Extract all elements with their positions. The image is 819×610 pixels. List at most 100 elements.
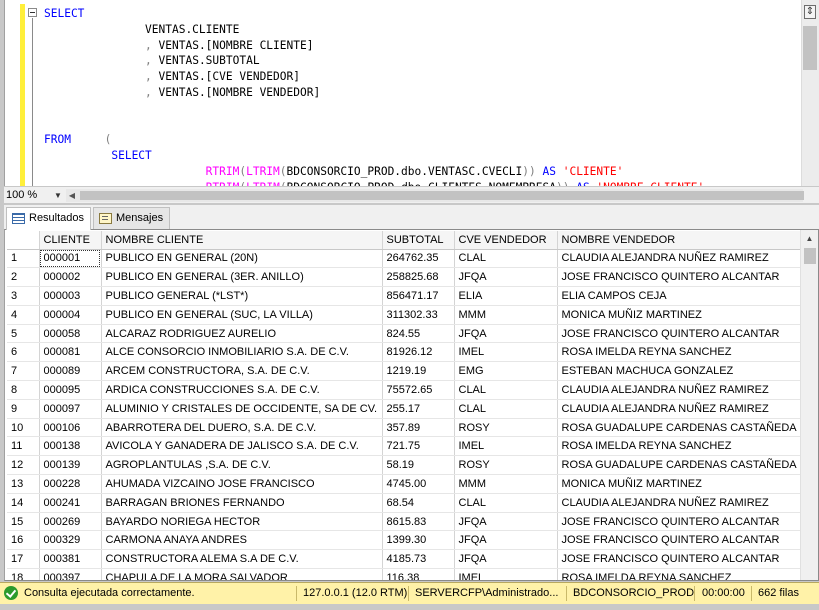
table-cell[interactable]: 311302.33 xyxy=(382,305,455,325)
table-cell[interactable]: 000397 xyxy=(39,568,102,580)
table-cell[interactable]: JOSE FRANCISCO QUINTERO ALCANTAR xyxy=(557,512,802,532)
table-cell[interactable]: PUBLICO EN GENERAL (SUC, LA VILLA) xyxy=(101,305,383,325)
table-cell[interactable]: CLAUDIA ALEJANDRA NUÑEZ RAMIREZ xyxy=(557,493,802,513)
scroll-left-icon[interactable]: ◀ xyxy=(66,189,78,202)
table-cell[interactable]: MONICA MUÑIZ MARTINEZ xyxy=(557,305,802,325)
results-grid[interactable]: CLIENTE NOMBRE CLIENTE SUBTOTAL CVE VENDEDO… xyxy=(4,229,819,581)
table-cell[interactable]: ABARROTERA DEL DUERO, S.A. DE C.V. xyxy=(101,418,383,438)
column-header[interactable]: SUBTOTAL xyxy=(382,231,455,250)
table-cell[interactable]: CARMONA ANAYA ANDRES xyxy=(101,530,383,551)
scroll-up-icon[interactable]: ▲ xyxy=(801,232,818,246)
table-cell[interactable]: ROSA IMELDA REYNA SANCHEZ xyxy=(557,342,802,363)
editor-horizontal-scrollbar[interactable]: ◀ xyxy=(66,189,804,202)
column-header[interactable]: NOMBRE CLIENTE xyxy=(101,231,383,250)
table-cell[interactable]: IMEL xyxy=(454,342,558,363)
table-cell[interactable]: AHUMADA VIZCAINO JOSE FRANCISCO xyxy=(101,474,383,494)
table-cell[interactable]: 81926.12 xyxy=(382,342,455,363)
table-cell[interactable]: CONSTRUCTORA ALEMA S.A DE C.V. xyxy=(101,549,383,570)
table-cell[interactable]: IMEL xyxy=(454,568,558,580)
table-cell[interactable]: JOSE FRANCISCO QUINTERO ALCANTAR xyxy=(557,530,802,551)
table-cell[interactable]: CLAUDIA ALEJANDRA NUÑEZ RAMIREZ xyxy=(557,380,802,400)
table-cell[interactable]: EMG xyxy=(454,361,558,382)
tab-resultados[interactable]: Resultados xyxy=(6,207,92,230)
table-cell[interactable]: BAYARDO NORIEGA HECTOR xyxy=(101,512,383,532)
table-cell[interactable]: ROSY xyxy=(454,455,558,476)
table-cell[interactable]: JFQA xyxy=(454,549,558,570)
table-cell[interactable]: 357.89 xyxy=(382,418,455,438)
table-cell[interactable]: JOSE FRANCISCO QUINTERO ALCANTAR xyxy=(557,549,802,570)
table-cell[interactable]: 721.75 xyxy=(382,436,455,457)
table-cell[interactable]: 000381 xyxy=(39,549,102,570)
table-cell[interactable]: CHAPULA DE LA MORA SALVADOR xyxy=(101,568,383,580)
table-cell[interactable]: 68.54 xyxy=(382,493,455,513)
table-cell[interactable]: ROSA IMELDA REYNA SANCHEZ xyxy=(557,436,802,457)
table-cell[interactable]: 856471.17 xyxy=(382,286,455,306)
table-cell[interactable]: ALCE CONSORCIO INMOBILIARIO S.A. DE C.V. xyxy=(101,342,383,363)
chevron-down-icon[interactable]: ▼ xyxy=(54,188,62,203)
table-cell[interactable]: JFQA xyxy=(454,512,558,532)
table-cell[interactable]: ROSA GUADALUPE CARDENAS CASTAÑEDA xyxy=(557,418,802,438)
table-cell[interactable]: 4745.00 xyxy=(382,474,455,494)
table-cell[interactable]: 58.19 xyxy=(382,455,455,476)
table-cell[interactable]: CLAL xyxy=(454,399,558,419)
table-row[interactable]: 10 000106 ABARROTERA DEL DUERO, S.A. DE C.… xyxy=(7,418,802,438)
table-cell[interactable]: JOSE FRANCISCO QUINTERO ALCANTAR xyxy=(557,324,802,344)
table-cell[interactable]: ARCEM CONSTRUCTORA, S.A. DE C.V. xyxy=(101,361,383,382)
table-cell[interactable]: 000095 xyxy=(39,380,102,400)
table-cell[interactable]: JFQA xyxy=(454,324,558,344)
column-header[interactable]: CLIENTE xyxy=(39,231,102,250)
table-cell[interactable]: AVICOLA Y GANADERA DE JALISCO S.A. DE C.… xyxy=(101,436,383,457)
table-cell[interactable]: ESTEBAN MACHUCA GONZALEZ xyxy=(557,361,802,382)
table-cell[interactable]: 75572.65 xyxy=(382,380,455,400)
table-cell[interactable]: 000081 xyxy=(39,342,102,363)
tab-mensajes[interactable]: Mensajes xyxy=(93,207,171,229)
table-cell[interactable]: 000241 xyxy=(39,493,102,513)
table-cell[interactable]: 824.55 xyxy=(382,324,455,344)
table-row[interactable]: 8 000095 ARDICA CONSTRUCCIONES S.A. DE C.V… xyxy=(7,380,802,400)
table-cell[interactable]: AGROPLANTULAS ,S.A. DE C.V. xyxy=(101,455,383,476)
table-cell[interactable]: 1219.19 xyxy=(382,361,455,382)
table-cell[interactable]: MMM xyxy=(454,305,558,325)
table-cell[interactable]: 116.38 xyxy=(382,568,455,580)
table-cell[interactable]: CLAL xyxy=(454,249,558,269)
table-cell[interactable]: ELIA CAMPOS CEJA xyxy=(557,286,802,306)
table-cell[interactable]: CLAUDIA ALEJANDRA NUÑEZ RAMIREZ xyxy=(557,399,802,419)
table-row[interactable]: 4 000004 PUBLICO EN GENERAL (SUC, LA VILLA… xyxy=(7,305,802,325)
table-row[interactable]: 7 000089 ARCEM CONSTRUCTORA, S.A. DE C.V. 1… xyxy=(7,361,802,382)
editor-scroll-thumb[interactable] xyxy=(803,26,817,70)
column-header[interactable]: CVE VENDEDOR xyxy=(454,231,558,250)
table-cell[interactable]: ALCARAZ RODRIGUEZ AURELIO xyxy=(101,324,383,344)
table-cell[interactable]: MMM xyxy=(454,474,558,494)
table-row[interactable]: 15 000269 BAYARDO NORIEGA HECTOR 8615.83 JFQ… xyxy=(7,512,802,532)
split-view-icon[interactable]: ⇕ xyxy=(804,5,816,19)
table-cell[interactable]: 000002 xyxy=(39,267,102,288)
table-cell[interactable]: 000004 xyxy=(39,305,102,325)
table-cell[interactable]: CLAL xyxy=(454,493,558,513)
table-row[interactable]: 16 000329 CARMONA ANAYA ANDRES 1399.30 JFQA J… xyxy=(7,530,802,551)
results-scroll-thumb[interactable] xyxy=(804,248,816,264)
table-cell[interactable]: 000228 xyxy=(39,474,102,494)
table-cell[interactable]: 000058 xyxy=(39,324,102,344)
table-cell[interactable]: 000089 xyxy=(39,361,102,382)
table-row[interactable]: 2 000002 PUBLICO EN GENERAL (3ER. ANILLO) 2… xyxy=(7,267,802,288)
sql-code[interactable]: SELECT VENTAS.CLIENTE , VENTAS.[NOMBRE C… xyxy=(44,6,704,186)
table-row[interactable]: 5 000058 ALCARAZ RODRIGUEZ AURELIO 824.55 JF… xyxy=(7,324,802,344)
table-row[interactable]: 17 000381 CONSTRUCTORA ALEMA S.A DE C.V. 41… xyxy=(7,549,802,570)
table-cell[interactable]: 258825.68 xyxy=(382,267,455,288)
table-cell[interactable]: JFQA xyxy=(454,267,558,288)
table-cell[interactable]: ELIA xyxy=(454,286,558,306)
results-vertical-scrollbar[interactable]: ▲ xyxy=(800,230,818,580)
table-cell[interactable]: JOSE FRANCISCO QUINTERO ALCANTAR xyxy=(557,267,802,288)
table-row[interactable]: 1 000001 PUBLICO EN GENERAL (20N) 264762.35… xyxy=(7,249,802,269)
table-cell[interactable]: 000097 xyxy=(39,399,102,419)
table-cell[interactable]: 000138 xyxy=(39,436,102,457)
editor-vertical-scrollbar[interactable]: ⇕ xyxy=(801,0,819,186)
table-cell[interactable]: 000106 xyxy=(39,418,102,438)
table-cell[interactable]: 255.17 xyxy=(382,399,455,419)
column-header[interactable]: NOMBRE VENDEDOR xyxy=(557,231,802,250)
table-cell[interactable]: 000139 xyxy=(39,455,102,476)
table-cell[interactable]: ARDICA CONSTRUCCIONES S.A. DE C.V. xyxy=(101,380,383,400)
table-row[interactable]: 13 000228 AHUMADA VIZCAINO JOSE FRANCISCO 4… xyxy=(7,474,802,494)
table-cell[interactable]: 8615.83 xyxy=(382,512,455,532)
collapse-region-icon[interactable] xyxy=(28,8,37,17)
